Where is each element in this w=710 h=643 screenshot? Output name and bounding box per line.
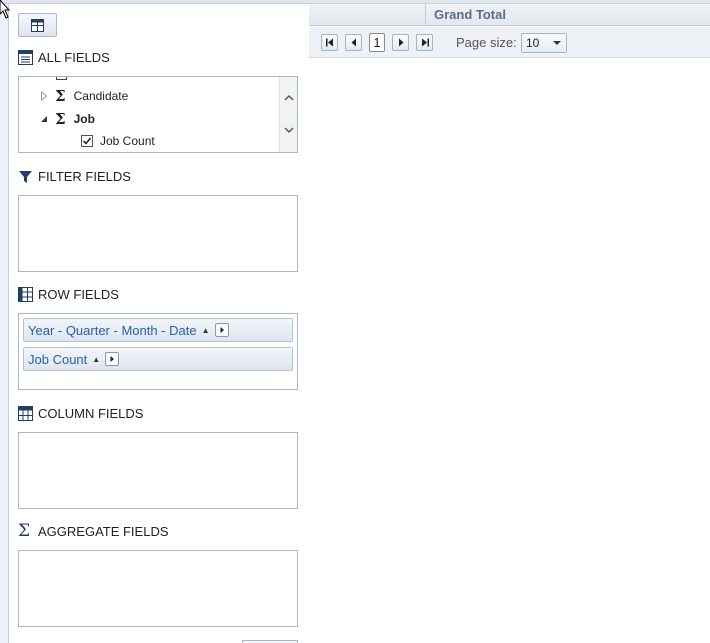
sigma-icon: Σ bbox=[55, 110, 66, 128]
next-page-icon bbox=[398, 38, 403, 47]
current-page-number[interactable]: 1 bbox=[369, 33, 385, 52]
mouse-cursor-icon bbox=[0, 0, 10, 19]
pivot-grid-header: Grand Total bbox=[309, 4, 710, 26]
last-page-button[interactable] bbox=[416, 34, 433, 51]
scroll-down-icon[interactable] bbox=[283, 124, 295, 136]
partial-tree-item bbox=[56, 77, 67, 80]
last-page-icon bbox=[421, 38, 429, 47]
grid-layout-icon bbox=[31, 18, 44, 32]
all-fields-tree[interactable]: Σ Candidate Σ Job Job Count bbox=[18, 76, 298, 153]
filter-fields-dropzone[interactable] bbox=[18, 195, 298, 272]
row-field-chip-label: Year - Quarter - Month - Date bbox=[28, 322, 197, 338]
filter-fields-header: FILTER FIELDS bbox=[18, 169, 131, 184]
pager-bar: 1 Page size: 10 bbox=[309, 27, 710, 58]
tree-item-job-count[interactable]: Job Count bbox=[81, 134, 155, 148]
grand-total-header[interactable]: Grand Total bbox=[434, 7, 506, 22]
first-page-button[interactable] bbox=[321, 34, 338, 51]
aggregate-fields-title: AGGREGATE FIELDS bbox=[38, 524, 169, 539]
first-page-icon bbox=[325, 38, 333, 47]
tree-scrollbar[interactable] bbox=[279, 77, 297, 152]
chip-menu-button[interactable] bbox=[214, 323, 229, 337]
page-size-label: Page size: bbox=[456, 35, 517, 50]
sort-ascending-icon[interactable]: ▲ bbox=[92, 355, 100, 364]
all-fields-title: ALL FIELDS bbox=[38, 50, 110, 65]
tree-item-candidate[interactable]: Σ Candidate bbox=[39, 87, 128, 105]
chevron-right-icon bbox=[110, 356, 115, 362]
fields-list-icon bbox=[18, 50, 33, 65]
tree-item-label: Job Count bbox=[100, 134, 155, 148]
row-field-chip[interactable]: Year - Quarter - Month - Date ▲ bbox=[23, 318, 293, 342]
previous-page-icon bbox=[351, 38, 356, 47]
all-fields-header: ALL FIELDS bbox=[18, 50, 110, 65]
row-field-chip[interactable]: Job Count ▲ bbox=[23, 347, 293, 371]
row-fields-dropzone[interactable]: Year - Quarter - Month - Date ▲ Job Coun… bbox=[18, 313, 298, 390]
sigma-icon: Σ bbox=[18, 521, 31, 541]
job-count-checkbox[interactable] bbox=[81, 135, 93, 147]
checkmark-icon bbox=[82, 137, 92, 145]
left-splitter[interactable] bbox=[0, 0, 9, 643]
row-fields-title: ROW FIELDS bbox=[38, 287, 119, 302]
column-fields-dropzone[interactable] bbox=[18, 432, 298, 509]
tree-item-label: Candidate bbox=[73, 89, 129, 103]
sigma-icon: Σ bbox=[55, 87, 66, 105]
expand-arrow-icon[interactable] bbox=[39, 91, 49, 101]
scroll-up-icon[interactable] bbox=[283, 92, 295, 104]
page-size-value: 10 bbox=[526, 36, 540, 50]
column-fields-header: COLUMN FIELDS bbox=[18, 406, 143, 421]
tree-item-label: Job bbox=[73, 112, 95, 126]
toggle-fields-button[interactable] bbox=[18, 13, 57, 37]
row-field-chip-label: Job Count bbox=[28, 351, 88, 367]
dropdown-arrow-icon bbox=[553, 41, 561, 45]
next-page-button[interactable] bbox=[392, 34, 409, 51]
page-size-select[interactable]: 10 bbox=[521, 33, 567, 53]
column-fields-title: COLUMN FIELDS bbox=[38, 406, 144, 421]
aggregate-fields-header: Σ AGGREGATE FIELDS bbox=[18, 521, 169, 541]
collapse-arrow-icon[interactable] bbox=[39, 114, 49, 124]
tree-item-job[interactable]: Σ Job bbox=[39, 110, 95, 128]
filter-fields-title: FILTER FIELDS bbox=[38, 169, 131, 184]
column-fields-icon bbox=[18, 406, 33, 421]
sort-ascending-icon[interactable]: ▲ bbox=[202, 326, 210, 335]
chip-menu-button[interactable] bbox=[105, 352, 120, 366]
previous-page-button[interactable] bbox=[345, 34, 362, 51]
chevron-right-icon bbox=[220, 327, 224, 333]
filter-icon bbox=[19, 171, 32, 183]
row-fields-header: ROW FIELDS bbox=[18, 287, 119, 302]
grid-header-corner bbox=[309, 4, 426, 26]
row-fields-icon bbox=[18, 287, 33, 302]
aggregate-fields-dropzone[interactable] bbox=[18, 550, 298, 627]
